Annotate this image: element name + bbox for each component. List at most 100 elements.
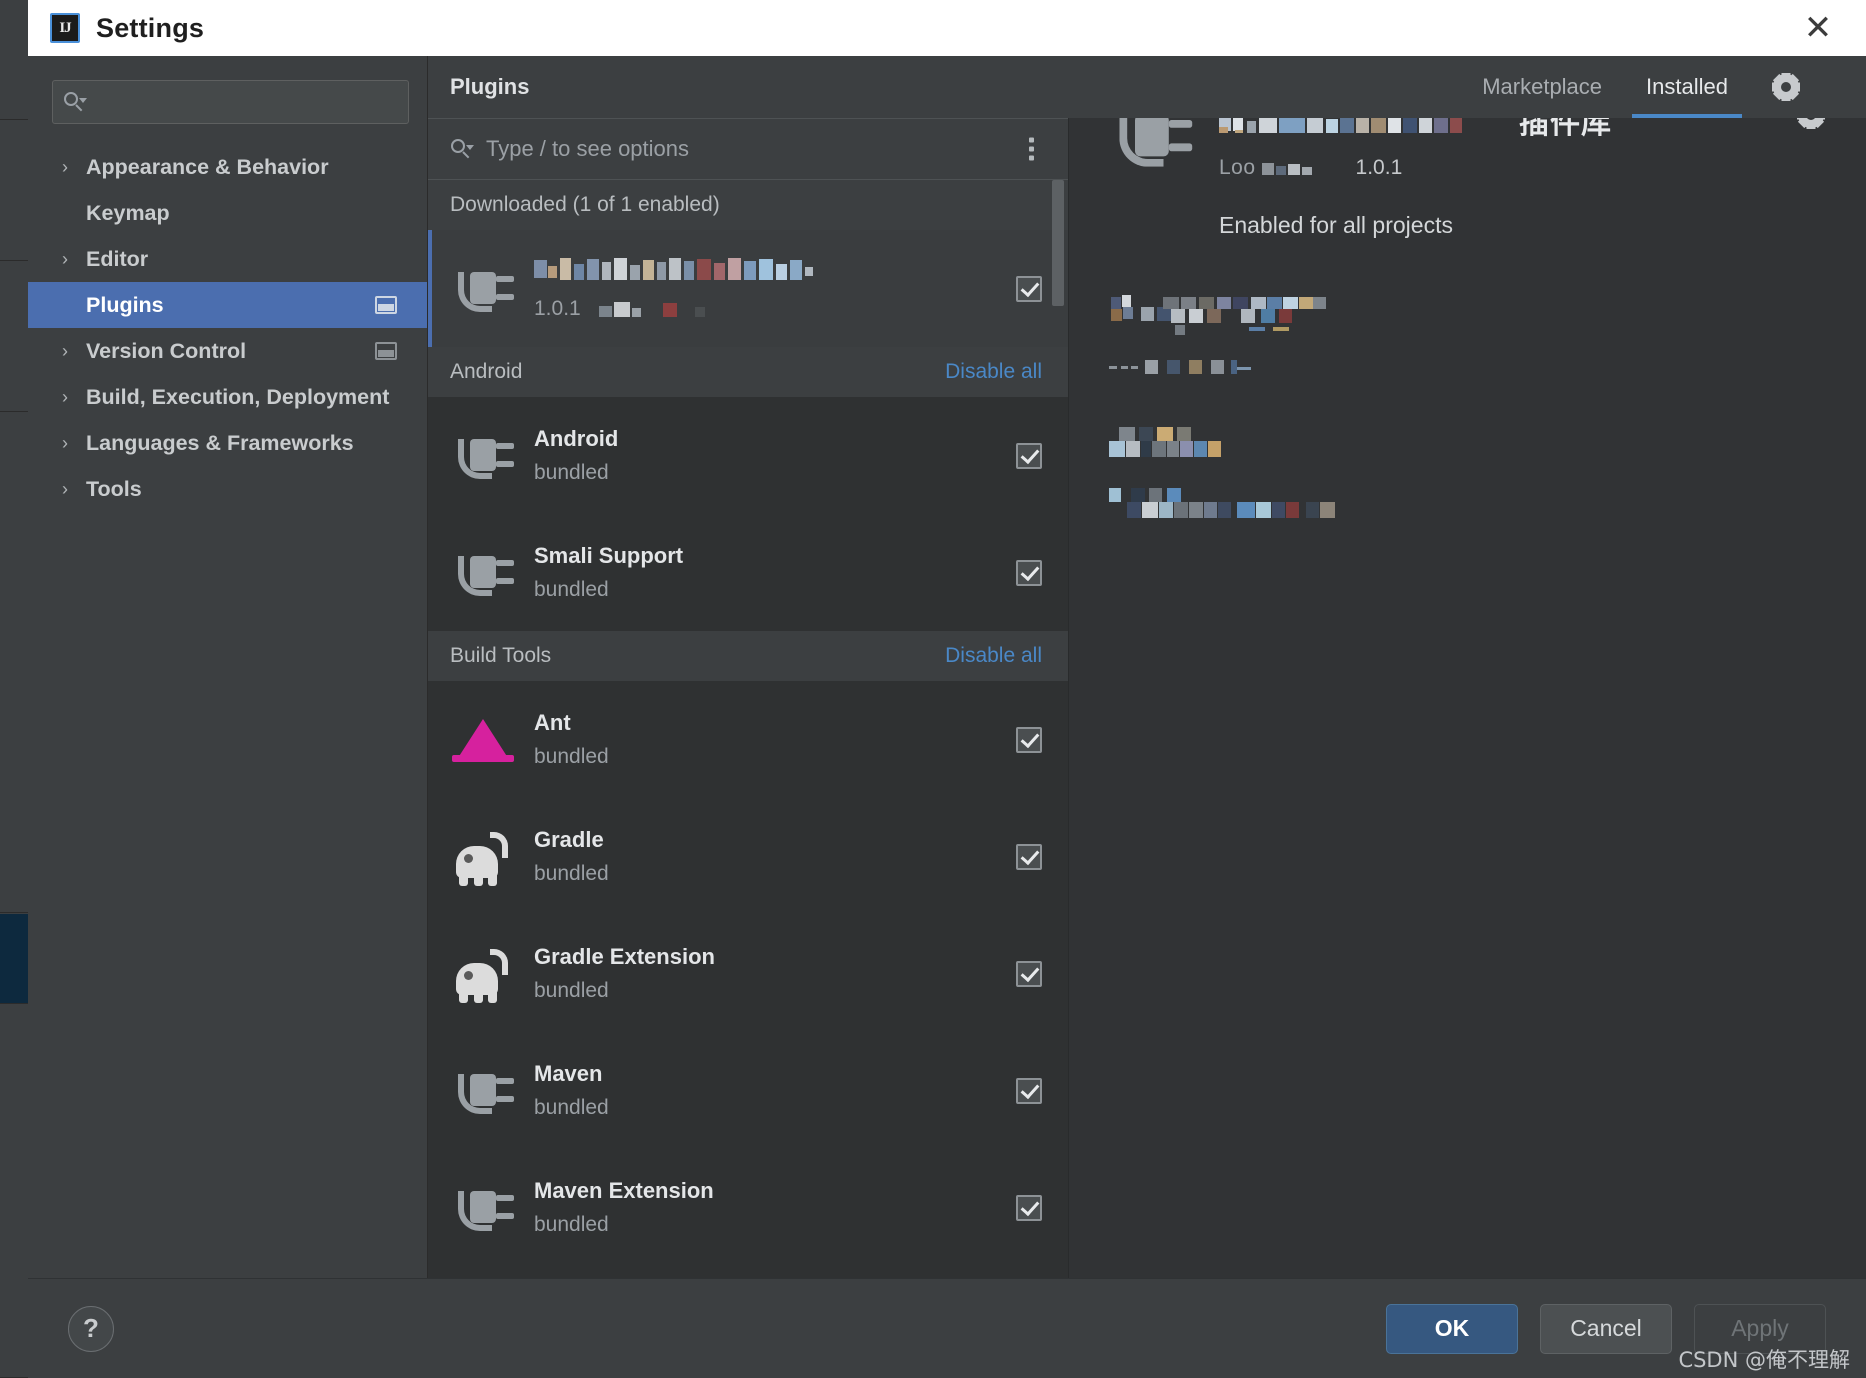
detail-enabled-status: Enabled for all projects <box>1219 212 1453 238</box>
disable-all-android-link[interactable]: Disable all <box>945 360 1042 384</box>
plugins-tabs: Marketplace Installed <box>668 56 1866 118</box>
section-header-android: Android Disable all <box>428 347 1068 397</box>
chevron-right-icon: › <box>62 478 68 499</box>
csdn-watermark: CSDN @俺不理解 <box>1678 1348 1850 1372</box>
redacted-mosaic <box>598 302 705 317</box>
ide-strip-selected-item <box>0 914 28 1004</box>
sidebar-item-label: Tools <box>86 476 142 501</box>
detail-plugin-vendor: Loo <box>1219 156 1256 179</box>
chevron-right-icon: › <box>62 156 68 177</box>
redacted-mosaic <box>534 258 813 280</box>
redacted-mosaic <box>1109 360 1251 374</box>
disable-all-build-tools-link[interactable]: Disable all <box>945 644 1042 668</box>
tab-installed[interactable]: Installed <box>1624 56 1750 118</box>
redacted-mosaic <box>1111 295 1326 335</box>
plugin-row-android[interactable]: Android bundled <box>428 397 1068 514</box>
plugin-origin: bundled <box>534 979 609 1002</box>
sidebar-item-label: Appearance & Behavior <box>86 154 329 179</box>
plugin-enable-checkbox[interactable] <box>1016 843 1042 870</box>
plug-icon <box>450 1175 516 1241</box>
plugin-name: Gradle <box>534 827 604 852</box>
plugin-row-ant[interactable]: Ant bundled <box>428 681 1068 798</box>
sidebar-item-label: Build, Execution, Deployment <box>86 384 390 409</box>
plugin-row-downloaded[interactable]: 1.0.1 <box>428 230 1068 347</box>
plugin-enable-checkbox[interactable] <box>1016 1077 1042 1104</box>
dialog-footer: ? OK Cancel Apply CSDN @俺不理解 <box>28 1278 1866 1378</box>
chevron-right-icon: › <box>62 432 68 453</box>
plugin-enable-checkbox[interactable] <box>1016 275 1042 302</box>
sidebar-item-plugins[interactable]: › Plugins <box>28 282 427 328</box>
plugin-origin: bundled <box>534 578 609 601</box>
settings-dialog: IJ Settings ✕ Marketplace Installed › Ap… <box>28 0 1866 1378</box>
background-ide-strip <box>0 0 28 1378</box>
page-title: Plugins <box>450 74 530 99</box>
sidebar-item-label: Version Control <box>86 338 247 363</box>
plug-icon <box>450 540 516 606</box>
plugin-origin: bundled <box>534 862 609 885</box>
section-title: Android <box>450 360 523 383</box>
plugin-row-gradle-extension[interactable]: Gradle Extension bundled <box>428 915 1068 1032</box>
sidebar-item-keymap[interactable]: › Keymap <box>28 190 427 236</box>
settings-tree: › Appearance & Behavior › Keymap › Edito… <box>28 140 427 1278</box>
redacted-mosaic <box>1109 488 1335 518</box>
plugins-settings-gear-icon[interactable] <box>1750 56 1822 118</box>
plugin-search-input[interactable]: Type / to see options <box>486 136 689 162</box>
plugin-row-gradle[interactable]: Gradle bundled <box>428 798 1068 915</box>
plugin-version-and-vendor: 1.0.1 <box>534 297 1016 321</box>
plugin-row-maven-extension[interactable]: Maven Extension bundled <box>428 1149 1068 1266</box>
plugin-search-row[interactable]: Type / to see options <box>428 118 1068 180</box>
chevron-right-icon: › <box>62 386 68 407</box>
plugin-list-scrollbar[interactable] <box>1052 180 1064 1278</box>
settings-search-field[interactable] <box>52 80 409 124</box>
chevron-right-icon: › <box>62 248 68 269</box>
plugin-list[interactable]: Downloaded (1 of 1 enabled) 1.0.1 Androi… <box>428 180 1068 1278</box>
cancel-button[interactable]: Cancel <box>1540 1303 1672 1354</box>
sidebar-item-label: Plugins <box>86 292 164 317</box>
sidebar-item-languages-frameworks[interactable]: › Languages & Frameworks <box>28 420 427 466</box>
dialog-titlebar: IJ Settings ✕ <box>28 0 1866 56</box>
section-title: Downloaded (1 of 1 enabled) <box>450 193 720 216</box>
plugin-enable-checkbox[interactable] <box>1016 559 1042 586</box>
help-button[interactable]: ? <box>68 1305 114 1352</box>
sidebar-item-editor[interactable]: › Editor <box>28 236 427 282</box>
sidebar-item-version-control[interactable]: › Version Control <box>28 328 427 374</box>
sidebar-item-appearance-behavior[interactable]: › Appearance & Behavior <box>28 144 427 190</box>
plugin-origin: bundled <box>534 461 609 484</box>
section-header-downloaded: Downloaded (1 of 1 enabled) <box>428 180 1068 230</box>
gradle-elephant-icon <box>450 824 516 890</box>
plugin-origin: bundled <box>534 1096 609 1119</box>
close-icon[interactable]: ✕ <box>1788 0 1848 56</box>
sidebar-item-label: Languages & Frameworks <box>86 430 354 455</box>
redacted-mosaic <box>1109 427 1221 457</box>
plugin-enable-checkbox[interactable] <box>1016 442 1042 469</box>
sidebar-item-build-execution-deployment[interactable]: › Build, Execution, Deployment <box>28 374 427 420</box>
intellij-logo-icon: IJ <box>50 13 80 43</box>
more-options-icon[interactable] <box>1029 137 1034 161</box>
plugin-name: Maven <box>534 1061 603 1086</box>
plug-icon <box>450 256 516 322</box>
plugins-column: Plugins Type / to see options Downloaded… <box>428 56 1068 1278</box>
ok-button[interactable]: OK <box>1386 1303 1518 1354</box>
plugin-row-maven[interactable]: Maven bundled <box>428 1032 1068 1149</box>
plugin-name: Maven Extension <box>534 1178 714 1203</box>
plugin-enable-checkbox[interactable] <box>1016 726 1042 753</box>
plug-icon <box>450 423 516 489</box>
settings-sidebar: › Appearance & Behavior › Keymap › Edito… <box>28 56 428 1278</box>
plugin-origin: bundled <box>534 1213 609 1236</box>
plugin-enable-checkbox[interactable] <box>1016 1194 1042 1221</box>
sidebar-item-label: Editor <box>86 246 149 271</box>
plugin-name: Gradle Extension <box>534 944 715 969</box>
tab-marketplace[interactable]: Marketplace <box>1460 56 1624 118</box>
plugin-version: 1.0.1 <box>534 297 581 320</box>
plugin-enable-checkbox[interactable] <box>1016 960 1042 987</box>
plugin-detail-panel: 插件库 Loo 1.0.1 Enabled for all projects <box>1068 56 1866 1278</box>
sidebar-item-tools[interactable]: › Tools <box>28 466 427 512</box>
detail-description-redacted <box>1109 295 1866 523</box>
plugin-name: Smali Support <box>534 543 684 568</box>
plugin-name: Ant <box>534 710 571 735</box>
redacted-mosaic <box>1261 163 1312 175</box>
plugin-name: Android <box>534 426 619 451</box>
scrollbar-thumb[interactable] <box>1052 180 1064 306</box>
chevron-right-icon: › <box>62 340 68 361</box>
plugin-row-smali-support[interactable]: Smali Support bundled <box>428 514 1068 631</box>
